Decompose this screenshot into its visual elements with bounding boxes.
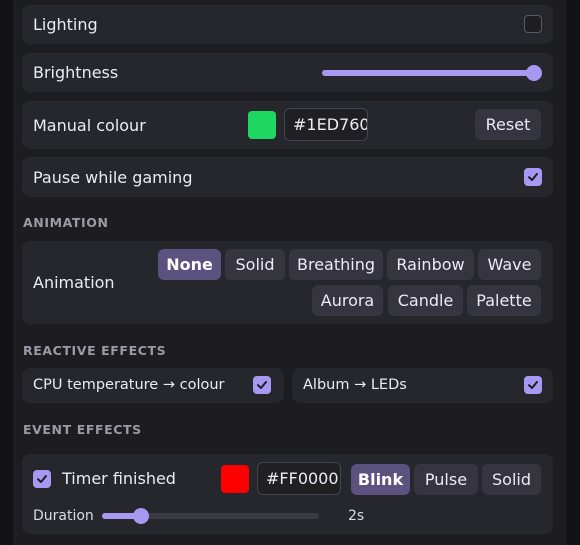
- lighting-checkbox[interactable]: [524, 15, 542, 33]
- animation-option-palette[interactable]: Palette: [467, 285, 541, 316]
- reactive-section-title: REACTIVE EFFECTS: [23, 343, 167, 358]
- timer-finished-row: Timer finished #FF0000 Blink Pulse Solid…: [22, 454, 553, 534]
- cpu-temperature-row: CPU temperature → colour: [22, 368, 284, 403]
- event-colour-swatch[interactable]: [221, 465, 249, 493]
- pause-gaming-label: Pause while gaming: [33, 168, 193, 187]
- brightness-slider-fill: [322, 70, 534, 76]
- animation-option-none[interactable]: None: [158, 249, 221, 280]
- animation-label: Animation: [33, 273, 115, 292]
- cpu-temperature-label: CPU temperature → colour: [33, 377, 225, 393]
- lighting-row: Lighting: [22, 5, 553, 44]
- event-mode-solid[interactable]: Solid: [482, 464, 541, 495]
- album-leds-checkbox[interactable]: [524, 376, 542, 394]
- animation-option-rainbow[interactable]: Rainbow: [387, 249, 474, 280]
- timer-finished-label: Timer finished: [62, 469, 176, 488]
- animation-option-breathing[interactable]: Breathing: [289, 249, 383, 280]
- animation-option-aurora[interactable]: Aurora: [312, 285, 383, 316]
- duration-label: Duration: [33, 508, 94, 524]
- manual-colour-row: Manual colour #1ED760 Reset: [22, 101, 553, 149]
- check-icon: [528, 381, 538, 389]
- animation-option-candle[interactable]: Candle: [388, 285, 463, 316]
- pause-gaming-row: Pause while gaming: [22, 157, 553, 197]
- event-section-title: EVENT EFFECTS: [23, 422, 142, 437]
- check-icon: [257, 381, 267, 389]
- cpu-temperature-checkbox[interactable]: [253, 376, 271, 394]
- manual-colour-hex-input[interactable]: #1ED760: [284, 108, 368, 141]
- animation-row: Animation None Solid Breathing Rainbow W…: [22, 241, 553, 324]
- duration-slider[interactable]: [102, 508, 319, 524]
- brightness-row: Brightness: [22, 53, 553, 92]
- event-colour-hex-input[interactable]: #FF0000: [257, 462, 341, 495]
- manual-colour-swatch[interactable]: [248, 111, 276, 139]
- album-leds-label: Album → LEDs: [303, 377, 407, 393]
- duration-value: 2s: [348, 508, 365, 524]
- brightness-slider-thumb[interactable]: [526, 65, 542, 81]
- animation-option-wave[interactable]: Wave: [478, 249, 541, 280]
- lighting-label: Lighting: [33, 15, 98, 34]
- event-mode-blink[interactable]: Blink: [351, 464, 410, 495]
- animation-option-solid[interactable]: Solid: [225, 249, 285, 280]
- manual-colour-label: Manual colour: [33, 116, 146, 135]
- animation-section-title: ANIMATION: [23, 215, 109, 230]
- check-icon: [37, 475, 47, 483]
- brightness-label: Brightness: [33, 63, 119, 82]
- timer-finished-checkbox[interactable]: [33, 470, 51, 488]
- event-mode-pulse[interactable]: Pulse: [414, 464, 478, 495]
- reset-button[interactable]: Reset: [475, 109, 541, 140]
- check-icon: [528, 173, 538, 181]
- album-leds-row: Album → LEDs: [292, 368, 553, 403]
- pause-gaming-checkbox[interactable]: [524, 168, 542, 186]
- duration-slider-thumb[interactable]: [133, 508, 150, 524]
- brightness-slider[interactable]: [322, 65, 542, 81]
